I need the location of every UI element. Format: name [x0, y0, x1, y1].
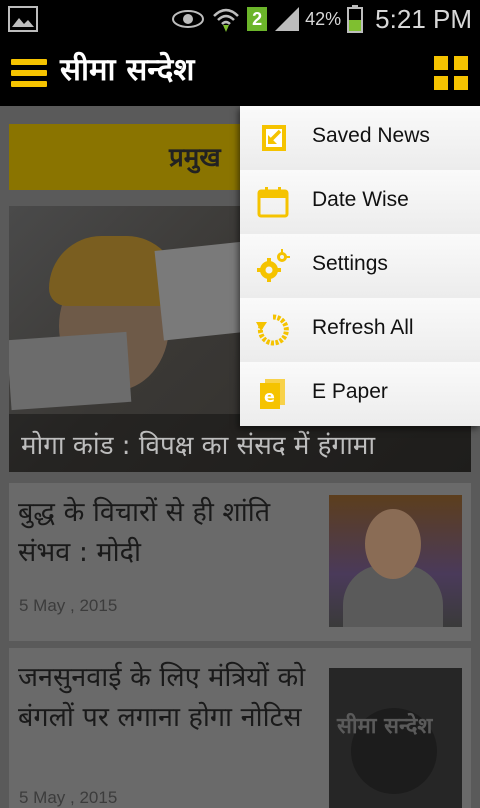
- menu-drawer-icon[interactable]: [11, 59, 47, 87]
- gears-icon: [257, 249, 290, 282]
- news-title: जनसुनवाई के लिए मंत्रियों को बंगलों पर ल…: [18, 662, 306, 733]
- saved-news-icon: [262, 125, 286, 151]
- menu-item-settings[interactable]: Settings: [240, 234, 480, 299]
- eye-icon: [172, 10, 205, 28]
- menu-item-label: Saved News: [312, 124, 430, 147]
- section-title: प्रमुख: [169, 143, 221, 173]
- app-bar: सीमा सन्देश: [0, 38, 480, 106]
- app-title: सीमा सन्देश: [60, 52, 195, 88]
- menu-item-label: E Paper: [312, 380, 388, 403]
- notification-count-badge: 2: [247, 7, 268, 31]
- wifi-icon: [213, 8, 240, 32]
- news-title: बुद्ध के विचारों से ही शांति संभव : मोदी: [18, 497, 271, 568]
- menu-item-date-wise[interactable]: Date Wise: [240, 170, 480, 235]
- menu-item-refresh-all[interactable]: Refresh All: [240, 298, 480, 363]
- menu-item-e-paper[interactable]: e E Paper: [240, 362, 480, 426]
- overflow-menu: Saved News Date Wise Settings Refresh Al…: [240, 106, 480, 426]
- menu-item-label: Settings: [312, 252, 388, 275]
- news-thumbnail: [329, 495, 462, 627]
- signal-icon: [275, 7, 300, 31]
- gallery-notification-icon: [8, 6, 38, 32]
- clock: 5:21 PM: [375, 3, 472, 34]
- thumbnail-logo-text: सीमा सन्देश: [337, 714, 433, 739]
- news-card[interactable]: बुद्ध के विचारों से ही शांति संभव : मोदी…: [9, 483, 471, 641]
- news-date: 5 May , 2015: [19, 596, 118, 615]
- news-card[interactable]: जनसुनवाई के लिए मंत्रियों को बंगलों पर ल…: [9, 648, 471, 808]
- news-thumbnail: सीमा सन्देश: [329, 668, 462, 808]
- overflow-grid-icon[interactable]: [434, 56, 468, 90]
- battery-icon: [347, 5, 364, 33]
- calendar-icon: [257, 187, 289, 218]
- e-paper-icon: e: [260, 379, 285, 409]
- refresh-icon: [256, 314, 289, 346]
- hero-caption-text: मोगा कांड : विपक्ष का संसद में हंगामा: [21, 431, 376, 461]
- menu-item-label: Date Wise: [312, 188, 409, 211]
- menu-item-saved-news[interactable]: Saved News: [240, 106, 480, 171]
- svg-text:e: e: [264, 387, 275, 406]
- menu-item-label: Refresh All: [312, 316, 414, 339]
- status-bar: 2 42% 5:21 PM: [0, 0, 480, 38]
- news-date: 5 May , 2015: [19, 788, 118, 807]
- battery-percent: 42%: [305, 8, 342, 29]
